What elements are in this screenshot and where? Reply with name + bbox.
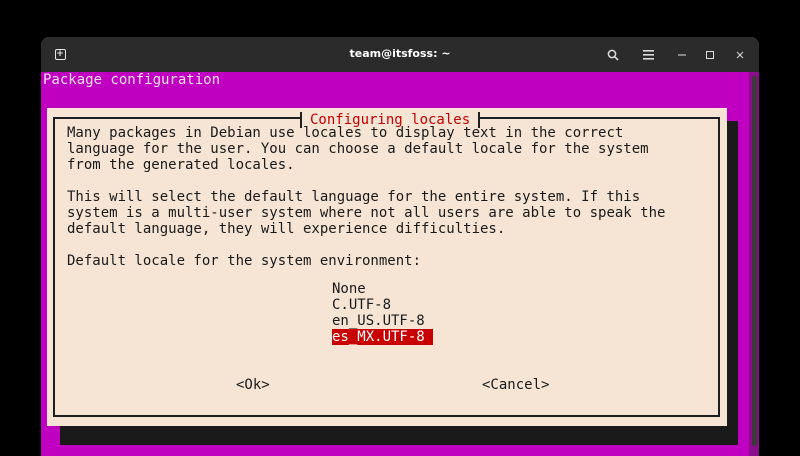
terminal-window: + team@itsfoss: ~ Package configuration … [41,37,759,456]
scrollbar-thumb[interactable] [752,76,757,446]
locale-list[interactable]: None C.UTF-8 en_US.UTF-8 es_MX.UTF-8 [332,281,433,345]
cancel-button[interactable]: <Cancel> [482,377,549,393]
search-icon[interactable] [601,37,625,72]
package-configuration-header: Package configuration [43,72,221,88]
locale-option-en-us-utf8[interactable]: en_US.UTF-8 [332,313,433,329]
locale-dialog: Configuring locales Many packages in Deb… [47,108,727,426]
close-icon[interactable] [729,37,751,72]
title-bar: + team@itsfoss: ~ [41,37,759,72]
locale-option-none[interactable]: None [332,281,433,297]
description-paragraph-1: Many packages in Debian use locales to d… [67,125,649,173]
dialog-description: Many packages in Debian use locales to d… [67,125,707,269]
locale-prompt: Default locale for the system environmen… [67,253,422,269]
maximize-icon[interactable] [699,37,721,72]
terminal-scrollbar[interactable] [749,72,759,456]
ok-button[interactable]: <Ok> [236,377,270,393]
hamburger-menu-icon[interactable] [636,37,660,72]
locale-option-es-mx-utf8[interactable]: es_MX.UTF-8 [332,329,433,345]
locale-option-c-utf8[interactable]: C.UTF-8 [332,297,433,313]
terminal-area[interactable]: Package configuration Configuring locale… [41,72,759,456]
description-paragraph-2: This will select the default language fo… [67,189,666,237]
minimize-icon[interactable] [671,37,693,72]
